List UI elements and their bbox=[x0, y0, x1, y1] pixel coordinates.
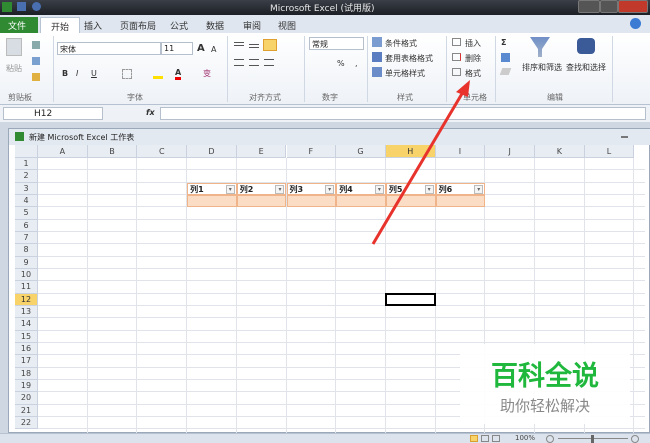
zoom-level: 100% bbox=[515, 434, 536, 442]
normal-view-icon[interactable] bbox=[470, 435, 478, 442]
page-break-view-icon[interactable] bbox=[492, 435, 500, 442]
zoom-slider-thumb[interactable] bbox=[591, 435, 594, 443]
watermark: 百科全说 助你轻松解决 bbox=[460, 344, 630, 424]
zoom-in-button[interactable] bbox=[631, 435, 639, 443]
status-bar: 100% bbox=[0, 433, 650, 443]
page-layout-view-icon[interactable] bbox=[481, 435, 489, 442]
watermark-subtitle: 助你轻松解决 bbox=[499, 397, 590, 415]
zoom-out-button[interactable] bbox=[546, 435, 554, 443]
watermark-title: 百科全说 bbox=[491, 361, 599, 392]
